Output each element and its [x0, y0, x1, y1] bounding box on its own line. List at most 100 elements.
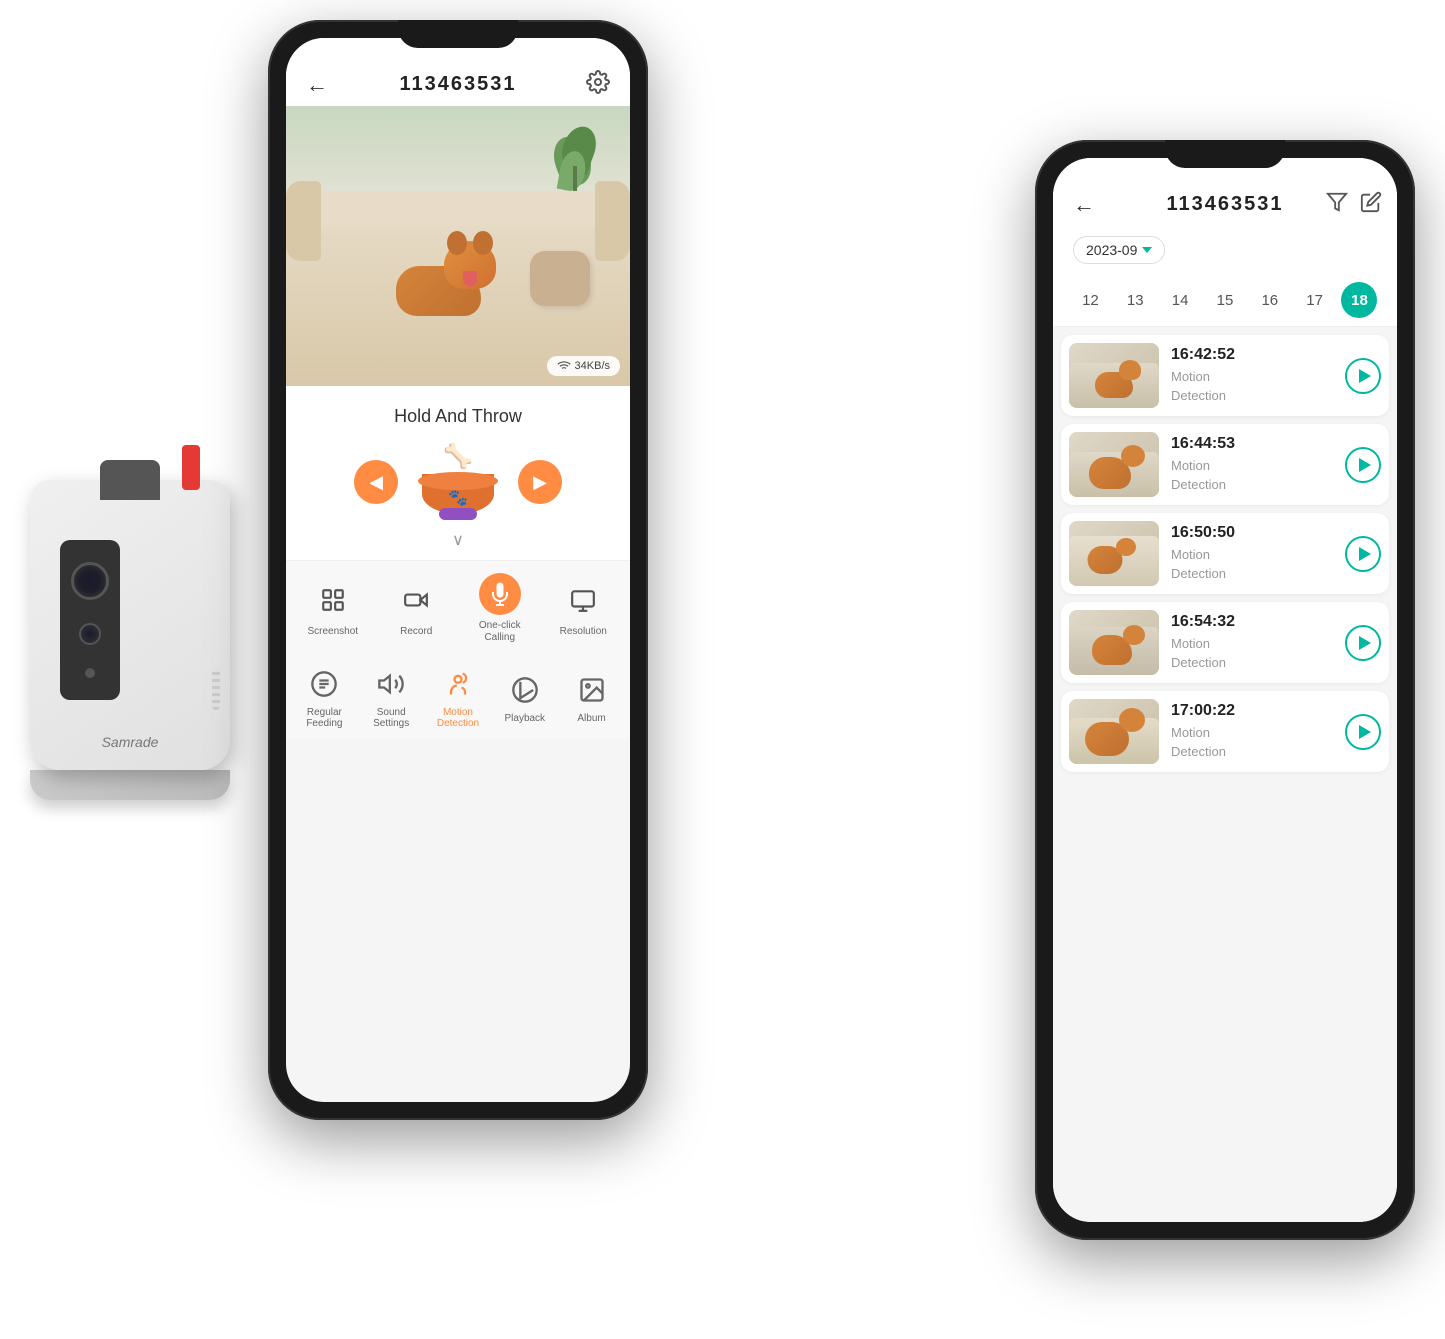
phone2-notch [1165, 140, 1285, 168]
feeding-label: RegularFeeding [306, 707, 342, 729]
rec-type-3: MotionDetection [1171, 635, 1333, 671]
throw-section: Hold And Throw ◀ 🦴 🐾 ▶ ∨ [286, 386, 630, 560]
camera-vent [212, 670, 220, 710]
recording-item-2: 16:50:50 MotionDetection [1061, 513, 1389, 594]
rec-info-0: 16:42:52 MotionDetection [1171, 346, 1333, 404]
throw-left-button[interactable]: ◀ [354, 460, 398, 504]
rec-time-1: 16:44:53 [1171, 435, 1333, 453]
phone1-screen: ← 113463531 [286, 38, 630, 1102]
calling-icon [479, 573, 521, 615]
screenshot-icon [312, 579, 354, 621]
camera-sensor-dot [85, 668, 95, 678]
resolution-icon [562, 579, 604, 621]
bottombar-motion[interactable]: MotionDetection [428, 666, 488, 729]
toolbar-calling[interactable]: One-clickCalling [472, 573, 527, 644]
cal-day-18[interactable]: 18 [1341, 282, 1377, 318]
recording-item-3: 16:54:32 MotionDetection [1061, 602, 1389, 683]
recording-item-0: 16:42:52 MotionDetection [1061, 335, 1389, 416]
phone1-back-button[interactable]: ← [306, 72, 328, 98]
record-label: Record [400, 626, 432, 638]
video-speed-text: 34KB/s [575, 360, 610, 372]
recording-item-1: 16:44:53 MotionDetection [1061, 424, 1389, 505]
rec-info-4: 17:00:22 MotionDetection [1171, 702, 1333, 760]
throw-title: Hold And Throw [301, 406, 615, 427]
camera-lens-area [60, 540, 120, 700]
cal-day-13[interactable]: 13 [1117, 282, 1153, 318]
throw-controls: ◀ 🦴 🐾 ▶ [301, 442, 615, 522]
playback-icon [507, 672, 543, 708]
phone1-toolbar: Screenshot Record [286, 560, 630, 656]
rec-time-3: 16:54:32 [1171, 613, 1333, 631]
cal-day-17[interactable]: 17 [1297, 282, 1333, 318]
throw-chevron-icon[interactable]: ∨ [301, 530, 615, 550]
date-text: 2023-09 [1086, 242, 1137, 258]
resolution-label: Resolution [560, 626, 607, 638]
phone1-settings-icon[interactable] [586, 70, 610, 99]
rec-thumb-2 [1069, 521, 1159, 586]
camera-body: Samrade [30, 480, 230, 770]
rec-type-0: MotionDetection [1171, 368, 1333, 404]
album-label: Album [577, 713, 605, 724]
phone2-calendar: 12 13 14 15 16 17 18 [1053, 274, 1397, 327]
camera-top [100, 460, 160, 500]
cal-day-12[interactable]: 12 [1072, 282, 1108, 318]
camera-red-tab [182, 445, 200, 490]
phone2-action-icons [1326, 191, 1382, 218]
cal-day-14[interactable]: 14 [1162, 282, 1198, 318]
phone1-frame: ← 113463531 [268, 20, 648, 1120]
video-background: 34KB/s [286, 106, 630, 386]
rec-thumb-4 [1069, 699, 1159, 764]
throw-right-button[interactable]: ▶ [518, 460, 562, 504]
phone1-video-feed: 34KB/s [286, 106, 630, 386]
phone2-header: ← 113463531 [1053, 158, 1397, 226]
throw-bowl-icon: 🦴 🐾 [418, 442, 498, 522]
rec-time-0: 16:42:52 [1171, 346, 1333, 364]
phone2-filter-icon[interactable] [1326, 191, 1348, 218]
phone1-bottombar: RegularFeeding SoundSettings [286, 656, 630, 739]
rec-play-0[interactable] [1345, 358, 1381, 394]
cal-day-15[interactable]: 15 [1207, 282, 1243, 318]
playback-label: Playback [504, 713, 545, 724]
phone2: ← 113463531 [1035, 140, 1415, 1240]
phone2-back-button[interactable]: ← [1073, 192, 1095, 218]
rec-type-4: MotionDetection [1171, 724, 1333, 760]
bottombar-album[interactable]: Album [562, 672, 622, 724]
feeding-icon [306, 666, 342, 702]
recording-item-4: 17:00:22 MotionDetection [1061, 691, 1389, 772]
video-dog [381, 236, 501, 326]
date-dropdown-arrow [1142, 247, 1152, 253]
screenshot-label: Screenshot [307, 626, 358, 638]
date-selector[interactable]: 2023-09 [1073, 236, 1165, 264]
phone1-header: ← 113463531 [286, 38, 630, 106]
camera-main-lens [71, 562, 109, 600]
camera-base [30, 770, 230, 800]
rec-info-2: 16:50:50 MotionDetection [1171, 524, 1333, 582]
toolbar-resolution[interactable]: Resolution [556, 579, 611, 638]
rec-time-4: 17:00:22 [1171, 702, 1333, 720]
bottombar-feeding[interactable]: RegularFeeding [294, 666, 354, 729]
rec-type-1: MotionDetection [1171, 457, 1333, 493]
calling-label: One-clickCalling [479, 620, 521, 644]
bottombar-playback[interactable]: Playback [495, 672, 555, 724]
sound-icon [373, 666, 409, 702]
toolbar-record[interactable]: Record [389, 579, 444, 638]
rec-time-2: 16:50:50 [1171, 524, 1333, 542]
rec-play-3[interactable] [1345, 625, 1381, 661]
cal-day-16[interactable]: 16 [1252, 282, 1288, 318]
phone1: ← 113463531 [268, 20, 648, 1120]
phone1-notch [398, 20, 518, 48]
camera-device: Samrade [30, 480, 250, 800]
rec-thumb-1 [1069, 432, 1159, 497]
rec-thumb-3 [1069, 610, 1159, 675]
camera-secondary-lens [79, 623, 101, 645]
phone2-frame: ← 113463531 [1035, 140, 1415, 1240]
album-icon [574, 672, 610, 708]
rec-play-2[interactable] [1345, 536, 1381, 572]
bottombar-sound[interactable]: SoundSettings [361, 666, 421, 729]
phone2-edit-icon[interactable] [1360, 191, 1382, 218]
rec-play-1[interactable] [1345, 447, 1381, 483]
toolbar-screenshot[interactable]: Screenshot [305, 579, 360, 638]
rec-play-4[interactable] [1345, 714, 1381, 750]
video-pillow [530, 251, 590, 306]
video-speed-badge: 34KB/s [547, 356, 620, 376]
